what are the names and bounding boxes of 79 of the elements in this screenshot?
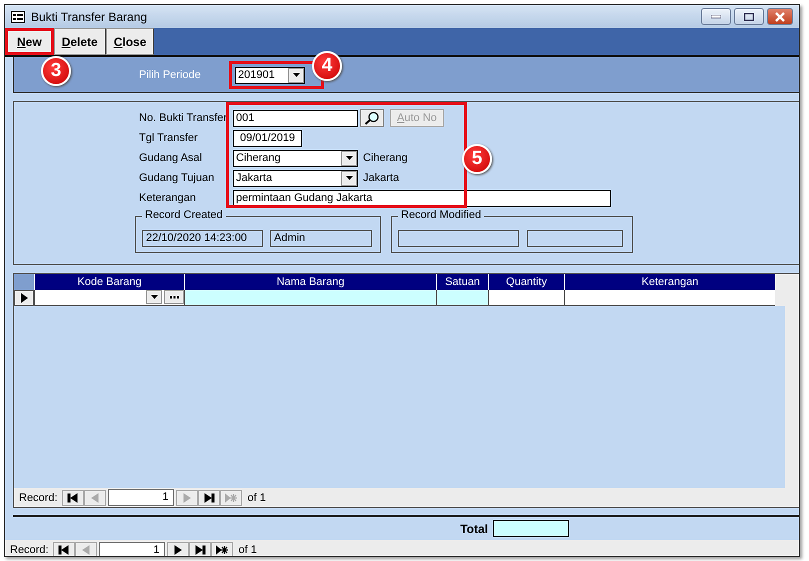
field-label: Keterangan bbox=[139, 192, 197, 204]
field-label: No. Bukti Transfer bbox=[139, 112, 228, 124]
ellipsis-icon bbox=[170, 296, 178, 298]
column-header[interactable]: Nama Barang bbox=[184, 274, 436, 290]
close-button[interactable] bbox=[767, 8, 793, 25]
toolbar-button[interactable]: New bbox=[5, 28, 54, 55]
minimize-button[interactable] bbox=[701, 8, 731, 25]
close-icon bbox=[775, 12, 785, 22]
last-record-button[interactable] bbox=[188, 542, 211, 556]
record-count: of 1 bbox=[238, 544, 257, 556]
record-number-field[interactable]: 1 bbox=[108, 489, 174, 506]
input-field[interactable]: 001 bbox=[233, 110, 358, 126]
navigator-label: Record: bbox=[19, 492, 58, 504]
new-record-icon bbox=[216, 545, 228, 555]
last-record-button[interactable] bbox=[198, 490, 220, 506]
column-header[interactable]: Keterangan bbox=[564, 274, 775, 290]
left-triangle-icon bbox=[88, 492, 101, 502]
combo-box[interactable]: Ciherang bbox=[233, 150, 358, 166]
next-record-button[interactable] bbox=[166, 542, 189, 556]
maximize-button[interactable] bbox=[734, 8, 764, 25]
readonly-field: 22/10/2020 14:23:00 bbox=[142, 230, 263, 247]
search-button[interactable] bbox=[360, 109, 384, 127]
caret-icon bbox=[150, 295, 158, 299]
total-label: Total bbox=[460, 522, 488, 536]
current-row-icon bbox=[20, 293, 28, 303]
window-title: Bukti Transfer Barang bbox=[31, 10, 148, 24]
skip-first-icon bbox=[66, 492, 79, 502]
record-number-field[interactable]: 1 bbox=[98, 542, 165, 556]
grid-cell[interactable] bbox=[34, 290, 184, 306]
field-label: Gudang Asal bbox=[139, 152, 203, 164]
dropdown-button[interactable] bbox=[288, 68, 304, 82]
group-title: Record Created bbox=[142, 209, 226, 221]
toolbar-button[interactable]: Close bbox=[106, 28, 154, 55]
grid-cell[interactable] bbox=[436, 290, 488, 306]
right-triangle-icon bbox=[172, 545, 184, 555]
new-record-icon bbox=[224, 492, 237, 502]
minimize-icon bbox=[711, 14, 721, 18]
field-label: Gudang Tujuan bbox=[139, 172, 216, 184]
input-field[interactable]: permintaan Gudang Jakarta bbox=[233, 190, 611, 206]
column-header[interactable]: Quantity bbox=[488, 274, 564, 290]
dropdown-button[interactable] bbox=[146, 290, 162, 304]
maximize-icon bbox=[744, 12, 754, 20]
field-label: Tgl Transfer bbox=[139, 132, 199, 144]
grid-cell[interactable] bbox=[564, 290, 775, 306]
field-caption: Ciherang bbox=[363, 152, 408, 164]
group-title: Record Modified bbox=[398, 209, 484, 221]
grid-cell[interactable] bbox=[184, 290, 436, 306]
row-selector[interactable] bbox=[14, 290, 34, 306]
column-header[interactable]: Kode Barang bbox=[34, 274, 184, 290]
new-record-button[interactable] bbox=[210, 542, 233, 556]
right-triangle-icon bbox=[180, 492, 193, 502]
caret-icon bbox=[292, 73, 300, 77]
skip-last-icon bbox=[194, 545, 206, 555]
browse-button[interactable] bbox=[164, 290, 184, 304]
readonly-field: Admin bbox=[270, 230, 372, 247]
column-header[interactable]: Satuan bbox=[436, 274, 488, 290]
form-icon bbox=[11, 10, 25, 22]
combo-box[interactable]: Jakarta bbox=[233, 170, 358, 186]
navigator-label: Record: bbox=[10, 544, 49, 556]
record-count: of 1 bbox=[248, 492, 266, 504]
caret-icon bbox=[346, 176, 352, 180]
dropdown-button[interactable] bbox=[341, 150, 357, 166]
skip-first-icon bbox=[58, 545, 70, 555]
field-caption: Jakarta bbox=[363, 172, 400, 184]
period-combo[interactable]: 201901 bbox=[235, 66, 305, 84]
grid-corner bbox=[14, 274, 34, 290]
date-field[interactable]: 09/01/2019 bbox=[233, 130, 302, 146]
callout-badge: 4 bbox=[312, 51, 342, 81]
skip-last-icon bbox=[202, 492, 215, 502]
dropdown-button[interactable] bbox=[341, 170, 357, 186]
search-icon bbox=[364, 111, 380, 125]
callout-badge: 5 bbox=[462, 144, 492, 174]
first-record-button[interactable] bbox=[62, 490, 84, 506]
left-triangle-icon bbox=[80, 545, 92, 555]
grid-cell[interactable] bbox=[488, 290, 564, 306]
caret-icon bbox=[346, 156, 352, 160]
first-record-button[interactable] bbox=[52, 542, 75, 556]
period-label: Pilih Periode bbox=[139, 68, 202, 80]
toolbar-button[interactable]: Delete bbox=[54, 28, 106, 55]
